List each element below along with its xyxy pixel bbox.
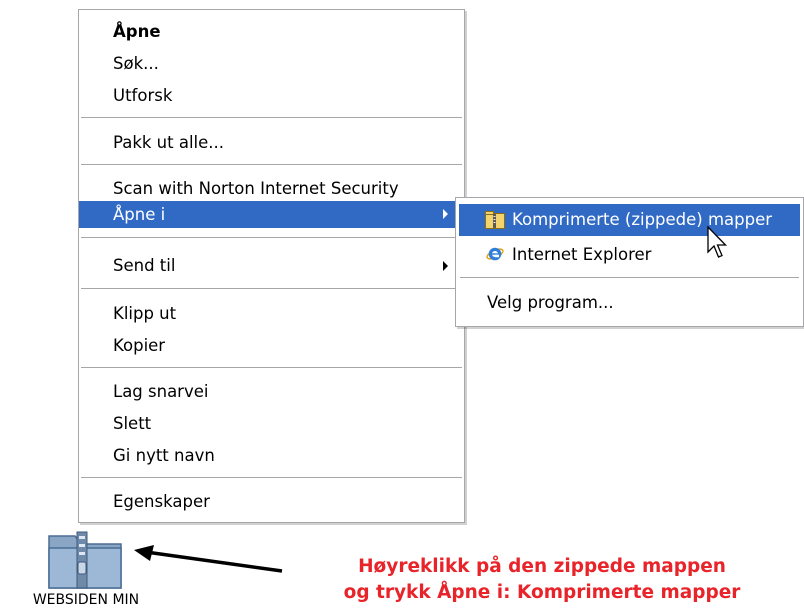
menu-item-open-with[interactable]: Åpne i [79, 201, 464, 228]
menu-item-rename[interactable]: Gi nytt navn [79, 440, 464, 472]
internet-explorer-icon [486, 247, 504, 261]
desktop-icon-label: WEBSIDEN MIN [32, 592, 140, 608]
menu-item-send-to[interactable]: Send til [79, 250, 464, 282]
menu-separator [81, 477, 462, 478]
submenu-item-internet-explorer[interactable]: Internet Explorer [459, 239, 800, 271]
menu-item-create-shortcut[interactable]: Lag snarvei [79, 376, 464, 408]
zip-folder-icon[interactable] [47, 528, 124, 590]
annotation-line-1: Høyreklikk på den zippede mappen [358, 556, 726, 577]
menu-item-delete[interactable]: Slett [79, 408, 464, 440]
menu-item-open-with-label: Åpne i [113, 205, 166, 224]
submenu-arrow-icon [443, 261, 448, 271]
context-menu: Åpne Søk... Utforsk Pakk ut alle... Scan… [78, 9, 465, 523]
menu-item-search[interactable]: Søk... [79, 48, 464, 80]
menu-item-cut[interactable]: Klipp ut [79, 298, 464, 330]
submenu-arrow-icon [443, 209, 448, 219]
submenu-item-choose-program[interactable]: Velg program... [459, 287, 800, 319]
zip-folder-icon [485, 211, 505, 229]
menu-item-send-to-label: Send til [113, 256, 176, 275]
menu-separator [81, 367, 462, 368]
annotation-line-2: og trykk Åpne i: Komprimerte mapper [343, 582, 741, 603]
menu-item-extract-all[interactable]: Pakk ut alle... [79, 127, 464, 159]
menu-separator [81, 288, 462, 289]
menu-separator [81, 164, 462, 165]
menu-item-explore[interactable]: Utforsk [79, 80, 464, 112]
menu-separator [81, 117, 462, 118]
submenu-item-compressed-folders[interactable]: Komprimerte (zippede) mapper [459, 204, 800, 236]
annotation-arrow-icon [134, 545, 283, 573]
instruction-annotation: Høyreklikk på den zippede mappen og tryk… [284, 554, 800, 606]
submenu-separator [460, 277, 799, 278]
menu-item-copy[interactable]: Kopier [79, 330, 464, 362]
open-with-submenu: Komprimerte (zippede) mapper Internet Ex… [455, 197, 804, 327]
submenu-item-compressed-folders-label: Komprimerte (zippede) mapper [512, 210, 773, 229]
submenu-item-internet-explorer-label: Internet Explorer [512, 245, 652, 264]
menu-item-properties[interactable]: Egenskaper [79, 486, 464, 518]
menu-item-open[interactable]: Åpne [79, 16, 464, 48]
mouse-pointer-icon [707, 226, 728, 258]
menu-separator [81, 237, 462, 238]
